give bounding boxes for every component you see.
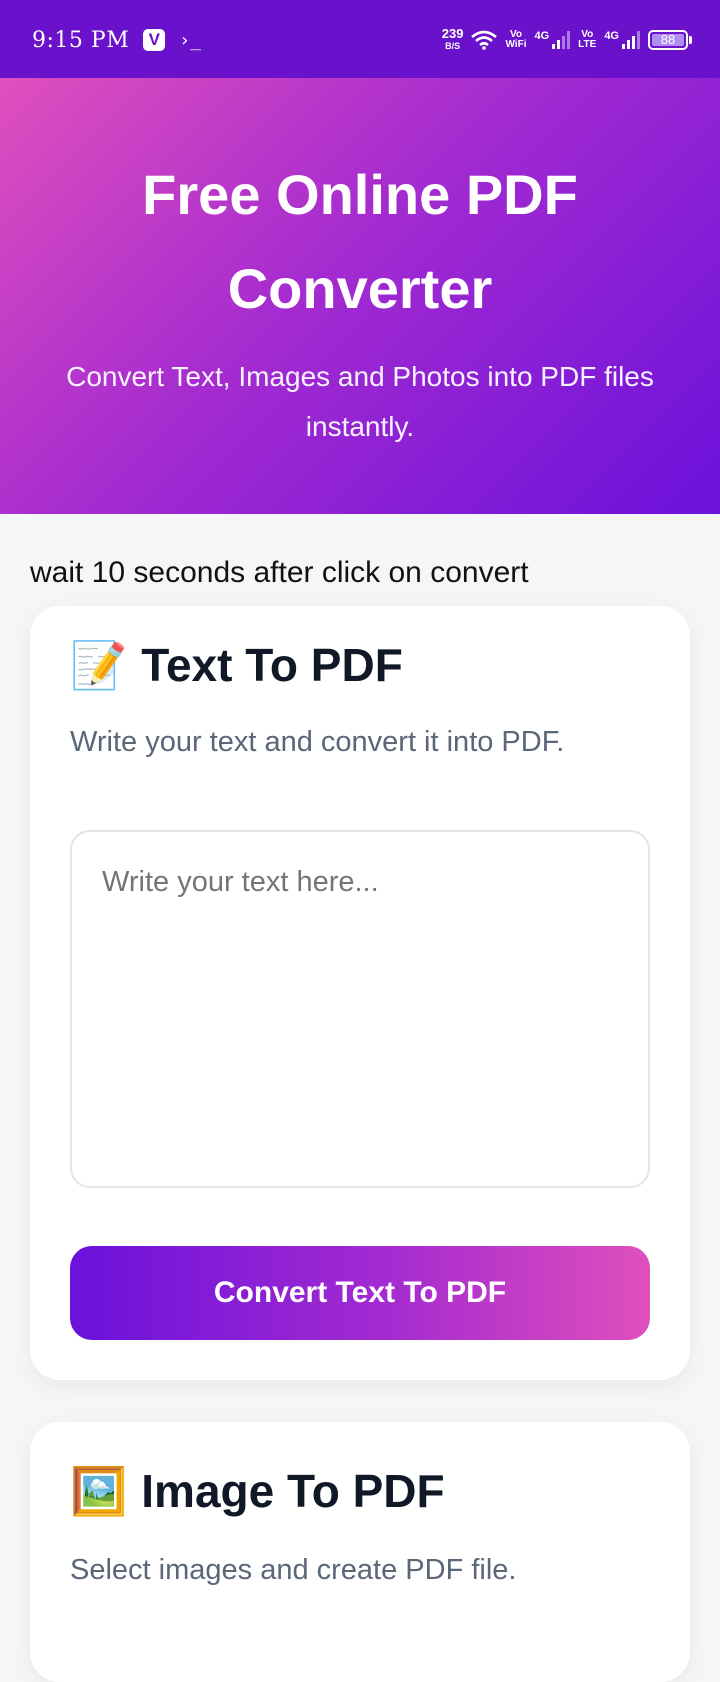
wait-notice: wait 10 seconds after click on convert <box>30 556 529 589</box>
sim1-signal: 4G <box>534 30 571 49</box>
status-right: 239 B/S Vo WiFi 4G Vo LTE 4G 88 <box>441 26 692 51</box>
page-title: Free Online PDF Converter <box>142 163 578 320</box>
volte-indicator: Vo LTE <box>578 30 596 50</box>
terminal-icon: ›_ <box>179 29 201 51</box>
battery-icon: 88 <box>648 30 692 50</box>
hero-banner: Free Online PDF Converter Convert Text, … <box>0 78 720 514</box>
image-to-pdf-title: Image To PDF <box>141 1465 445 1517</box>
network-speed-unit: B/S <box>445 41 461 51</box>
network-speed-value: 239 <box>441 26 464 41</box>
battery-level: 88 <box>652 33 684 46</box>
network-speed: 239 B/S <box>441 26 464 51</box>
volte-bottom: LTE <box>578 39 597 50</box>
memo-icon: 📝 <box>70 639 128 691</box>
text-to-pdf-title: Text To PDF <box>141 639 403 691</box>
text-to-pdf-heading: 📝 Text To PDF <box>70 638 403 692</box>
sim2-signal: 4G <box>604 31 640 49</box>
page-subtitle: Convert Text, Images and Photos into PDF… <box>66 361 654 442</box>
status-bar: 9:15 PM V ›_ 239 B/S Vo WiFi 4G Vo LTE 4… <box>0 0 720 80</box>
app-notification-icon: V <box>143 29 166 51</box>
text-to-pdf-card: 📝 Text To PDF Write your text and conver… <box>30 606 690 1380</box>
text-input[interactable] <box>70 830 650 1188</box>
status-time: 9:15 PM <box>32 27 130 53</box>
image-to-pdf-description: Select images and create PDF file. <box>70 1554 517 1586</box>
signal-bars-icon <box>552 31 571 49</box>
text-to-pdf-description: Write your text and convert it into PDF. <box>70 726 565 758</box>
sim2-tech: 4G <box>604 30 619 42</box>
convert-text-button[interactable]: Convert Text To PDF <box>70 1246 650 1340</box>
sim1-tech: 4G <box>534 30 550 42</box>
vowifi-indicator: Vo WiFi <box>505 30 526 50</box>
framed-picture-icon: 🖼️ <box>70 1465 128 1517</box>
image-to-pdf-heading: 🖼️ Image To PDF <box>70 1464 445 1518</box>
image-to-pdf-card: 🖼️ Image To PDF Select images and create… <box>30 1422 690 1682</box>
status-left: 9:15 PM V ›_ <box>32 28 201 53</box>
signal-bars-icon <box>622 31 640 49</box>
wifi-icon <box>471 30 498 50</box>
vowifi-bottom: WiFi <box>505 39 527 50</box>
